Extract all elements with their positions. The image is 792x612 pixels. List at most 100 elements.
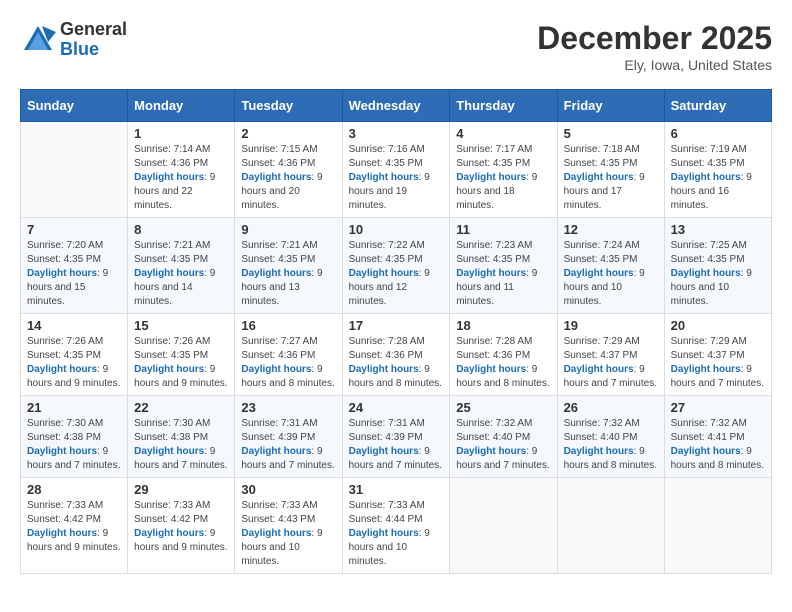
table-row: 19 Sunrise: 7:29 AMSunset: 4:37 PMDayligh… <box>557 314 664 396</box>
logo: General Blue <box>20 20 127 60</box>
daylight-label: Daylight hours <box>27 364 97 375</box>
daylight-label: Daylight hours <box>456 364 526 375</box>
table-row: 26 Sunrise: 7:32 AMSunset: 4:40 PMDayligh… <box>557 396 664 478</box>
day-number: 12 <box>564 222 658 237</box>
day-number: 20 <box>671 318 765 333</box>
col-saturday: Saturday <box>664 90 771 122</box>
daylight-label: Daylight hours <box>241 172 311 183</box>
daylight-label: Daylight hours <box>564 268 634 279</box>
day-info: Sunrise: 7:25 AMSunset: 4:35 PMDaylight … <box>671 239 765 309</box>
table-row: 16 Sunrise: 7:27 AMSunset: 4:36 PMDayligh… <box>235 314 342 396</box>
calendar-week-row: 21 Sunrise: 7:30 AMSunset: 4:38 PMDayligh… <box>21 396 772 478</box>
day-number: 15 <box>134 318 228 333</box>
day-number: 5 <box>564 126 658 141</box>
day-info: Sunrise: 7:31 AMSunset: 4:39 PMDaylight … <box>349 417 444 473</box>
day-info: Sunrise: 7:33 AMSunset: 4:43 PMDaylight … <box>241 499 335 569</box>
day-number: 14 <box>27 318 121 333</box>
day-info: Sunrise: 7:20 AMSunset: 4:35 PMDaylight … <box>27 239 121 309</box>
day-info: Sunrise: 7:21 AMSunset: 4:35 PMDaylight … <box>134 239 228 309</box>
daylight-label: Daylight hours <box>134 446 204 457</box>
calendar-table: Sunday Monday Tuesday Wednesday Thursday… <box>20 89 772 574</box>
day-number: 26 <box>564 400 658 415</box>
daylight-label: Daylight hours <box>27 528 97 539</box>
day-number: 7 <box>27 222 121 237</box>
table-row: 6Sunrise: 7:19 AMSunset: 4:35 PMDaylight… <box>664 122 771 218</box>
day-info: Sunrise: 7:15 AMSunset: 4:36 PMDaylight … <box>241 143 335 213</box>
day-number: 17 <box>349 318 444 333</box>
daylight-label: Daylight hours <box>456 268 526 279</box>
table-row: 9Sunrise: 7:21 AMSunset: 4:35 PMDaylight… <box>235 218 342 314</box>
day-info: Sunrise: 7:17 AMSunset: 4:35 PMDaylight … <box>456 143 550 213</box>
day-info: Sunrise: 7:19 AMSunset: 4:35 PMDaylight … <box>671 143 765 213</box>
daylight-label: Daylight hours <box>27 268 97 279</box>
day-number: 13 <box>671 222 765 237</box>
logo-text: General Blue <box>60 20 127 60</box>
daylight-label: Daylight hours <box>671 268 741 279</box>
day-info: Sunrise: 7:18 AMSunset: 4:35 PMDaylight … <box>564 143 658 213</box>
day-info: Sunrise: 7:28 AMSunset: 4:36 PMDaylight … <box>349 335 444 391</box>
day-info: Sunrise: 7:33 AMSunset: 4:42 PMDaylight … <box>134 499 228 555</box>
table-row: 4 Sunrise: 7:17 AMSunset: 4:35 PMDaylight… <box>450 122 557 218</box>
daylight-label: Daylight hours <box>134 268 204 279</box>
day-number: 24 <box>349 400 444 415</box>
day-number: 25 <box>456 400 550 415</box>
day-info: Sunrise: 7:26 AMSunset: 4:35 PMDaylight … <box>27 335 121 391</box>
table-row: 18Sunrise: 7:28 AMSunset: 4:36 PMDayligh… <box>450 314 557 396</box>
table-row: 2 Sunrise: 7:15 AMSunset: 4:36 PMDaylight… <box>235 122 342 218</box>
table-row: 5 Sunrise: 7:18 AMSunset: 4:35 PMDaylight… <box>557 122 664 218</box>
day-number: 22 <box>134 400 228 415</box>
day-info: Sunrise: 7:22 AMSunset: 4:35 PMDaylight … <box>349 239 444 309</box>
day-number: 2 <box>241 126 335 141</box>
daylight-label: Daylight hours <box>349 446 419 457</box>
table-row: 25Sunrise: 7:32 AMSunset: 4:40 PMDayligh… <box>450 396 557 478</box>
day-info: Sunrise: 7:28 AMSunset: 4:36 PMDaylight … <box>456 335 550 391</box>
day-number: 19 <box>564 318 658 333</box>
day-number: 10 <box>349 222 444 237</box>
daylight-label: Daylight hours <box>349 364 419 375</box>
daylight-label: Daylight hours <box>671 446 741 457</box>
daylight-label: Daylight hours <box>564 364 634 375</box>
daylight-label: Daylight hours <box>671 172 741 183</box>
daylight-label: Daylight hours <box>134 528 204 539</box>
table-row: 21 Sunrise: 7:30 AMSunset: 4:38 PMDayligh… <box>21 396 128 478</box>
day-info: Sunrise: 7:27 AMSunset: 4:36 PMDaylight … <box>241 335 335 391</box>
col-tuesday: Tuesday <box>235 90 342 122</box>
table-row: 11 Sunrise: 7:23 AMSunset: 4:35 PMDayligh… <box>450 218 557 314</box>
day-info: Sunrise: 7:24 AMSunset: 4:35 PMDaylight … <box>564 239 658 309</box>
day-number: 3 <box>349 126 444 141</box>
day-number: 1 <box>134 126 228 141</box>
table-row: 13 Sunrise: 7:25 AMSunset: 4:35 PMDayligh… <box>664 218 771 314</box>
table-row: 7 Sunrise: 7:20 AMSunset: 4:35 PMDaylight… <box>21 218 128 314</box>
day-info: Sunrise: 7:30 AMSunset: 4:38 PMDaylight … <box>27 417 121 473</box>
day-info: Sunrise: 7:31 AMSunset: 4:39 PMDaylight … <box>241 417 335 473</box>
daylight-label: Daylight hours <box>241 364 311 375</box>
day-info: Sunrise: 7:23 AMSunset: 4:35 PMDaylight … <box>456 239 550 309</box>
day-info: Sunrise: 7:29 AMSunset: 4:37 PMDaylight … <box>564 335 658 391</box>
table-row: 17 Sunrise: 7:28 AMSunset: 4:36 PMDayligh… <box>342 314 450 396</box>
table-row: 28Sunrise: 7:33 AMSunset: 4:42 PMDayligh… <box>21 478 128 574</box>
logo-icon <box>20 22 56 58</box>
day-info: Sunrise: 7:30 AMSunset: 4:38 PMDaylight … <box>134 417 228 473</box>
table-row: 3 Sunrise: 7:16 AMSunset: 4:35 PMDaylight… <box>342 122 450 218</box>
day-number: 4 <box>456 126 550 141</box>
day-number: 9 <box>241 222 335 237</box>
table-row <box>664 478 771 574</box>
table-row: 1Sunrise: 7:14 AMSunset: 4:36 PMDaylight… <box>128 122 235 218</box>
table-row: 8Sunrise: 7:21 AMSunset: 4:35 PMDaylight… <box>128 218 235 314</box>
day-number: 16 <box>241 318 335 333</box>
day-info: Sunrise: 7:32 AMSunset: 4:40 PMDaylight … <box>564 417 658 473</box>
daylight-label: Daylight hours <box>241 268 311 279</box>
col-friday: Friday <box>557 90 664 122</box>
col-thursday: Thursday <box>450 90 557 122</box>
col-sunday: Sunday <box>21 90 128 122</box>
table-row: 31Sunrise: 7:33 AMSunset: 4:44 PMDayligh… <box>342 478 450 574</box>
day-number: 21 <box>27 400 121 415</box>
col-monday: Monday <box>128 90 235 122</box>
table-row <box>450 478 557 574</box>
col-wednesday: Wednesday <box>342 90 450 122</box>
daylight-label: Daylight hours <box>241 446 311 457</box>
day-info: Sunrise: 7:32 AMSunset: 4:41 PMDaylight … <box>671 417 765 473</box>
day-info: Sunrise: 7:26 AMSunset: 4:35 PMDaylight … <box>134 335 228 391</box>
day-info: Sunrise: 7:16 AMSunset: 4:35 PMDaylight … <box>349 143 444 213</box>
day-number: 11 <box>456 222 550 237</box>
